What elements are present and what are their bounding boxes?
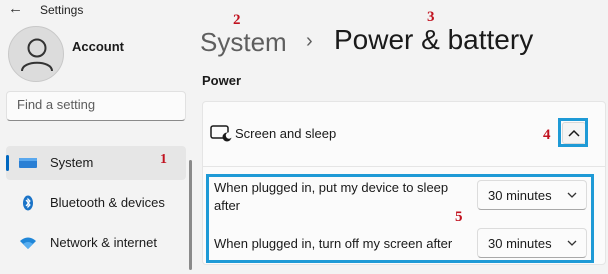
annotation-marker: 5	[455, 209, 463, 225]
breadcrumb-separator: ›	[306, 30, 313, 52]
sidebar-item-system[interactable]: System	[6, 146, 186, 180]
sidebar-scrollbar[interactable]	[189, 160, 192, 270]
section-title: Power	[202, 73, 242, 88]
search-box[interactable]	[6, 91, 186, 121]
selection-indicator	[6, 155, 9, 171]
sidebar-item-bluetooth[interactable]: Bluetooth & devices	[6, 186, 186, 220]
screen-sleep-icon	[210, 125, 232, 142]
sidebar-item-label: Bluetooth & devices	[50, 195, 165, 210]
screen-sleep-label[interactable]: Screen and sleep	[235, 126, 336, 141]
account-name: Account	[72, 39, 124, 54]
person-icon	[21, 38, 53, 72]
annotation-box	[206, 174, 594, 263]
annotation-marker: 3	[427, 9, 435, 25]
bluetooth-icon	[23, 195, 33, 211]
annotation-marker: 4	[543, 127, 551, 143]
sidebar-item-label: Network & internet	[50, 235, 157, 250]
annotation-box	[558, 118, 588, 147]
annotation-marker: 1	[160, 152, 167, 167]
annotation-marker: 2	[233, 12, 241, 28]
search-input[interactable]	[17, 97, 177, 112]
avatar[interactable]	[8, 26, 64, 82]
breadcrumb-parent[interactable]: System	[200, 27, 287, 58]
wifi-icon	[20, 237, 36, 249]
app-title: Settings	[40, 3, 84, 17]
card-divider	[202, 166, 606, 167]
monitor-icon	[19, 158, 37, 168]
page-title: Power & battery	[334, 24, 534, 55]
sidebar-item-network[interactable]: Network & internet	[6, 226, 186, 260]
back-arrow-icon[interactable]: ←	[8, 0, 23, 18]
sidebar-item-label: System	[50, 155, 94, 170]
